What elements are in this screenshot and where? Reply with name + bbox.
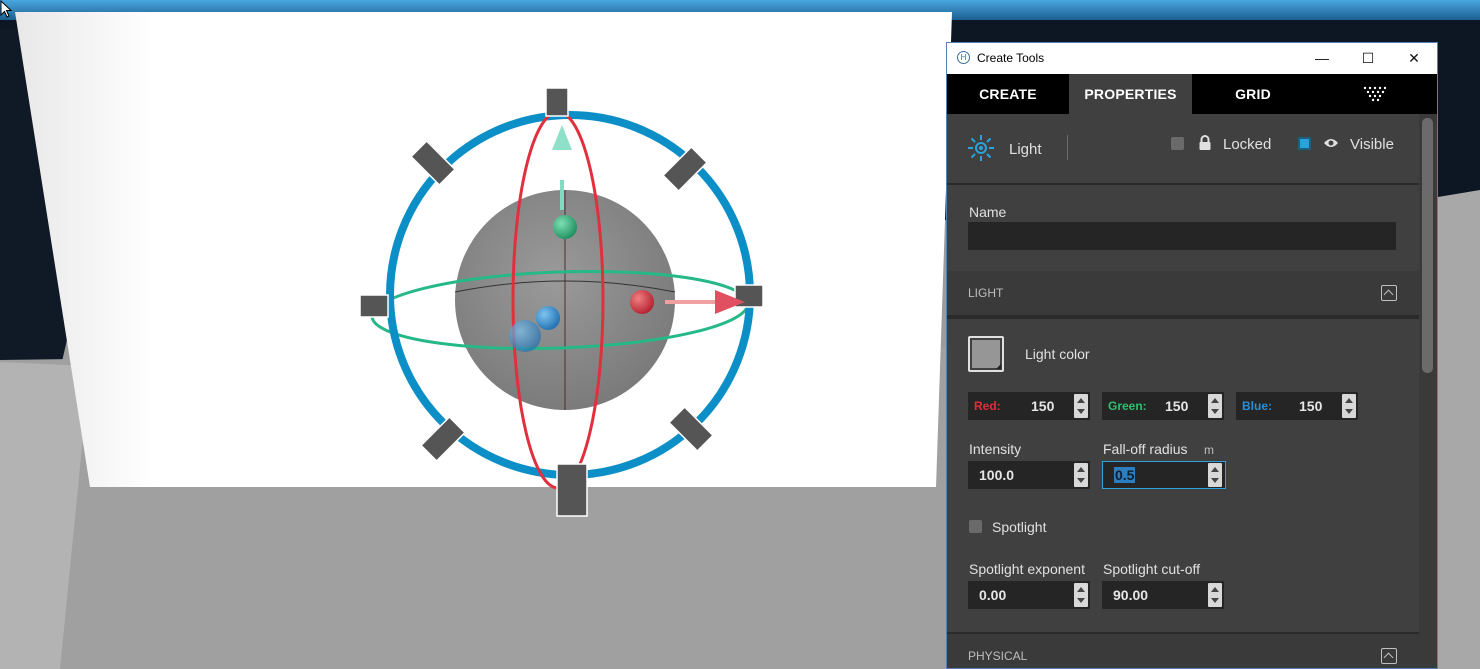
spot-exponent-spinner[interactable] xyxy=(1074,583,1088,607)
light-section-header[interactable]: LIGHT xyxy=(947,271,1419,315)
tab-bar: CREATE PROPERTIES GRID xyxy=(947,74,1437,114)
red-label: Red: xyxy=(974,399,1001,413)
green-label: Green: xyxy=(1108,399,1147,413)
lock-icon xyxy=(1199,135,1211,150)
spot-cutoff-field[interactable]: 90.00 xyxy=(1102,581,1224,609)
red-spinner[interactable] xyxy=(1074,394,1088,418)
visible-label: Visible xyxy=(1350,136,1394,153)
divider xyxy=(947,183,1419,185)
minimize-button[interactable]: — xyxy=(1299,43,1345,74)
falloff-unit: m xyxy=(1204,443,1214,457)
blue-value[interactable]: 150 xyxy=(1299,398,1322,414)
physical-section-title: PHYSICAL xyxy=(968,649,1028,663)
light-color-label: Light color xyxy=(1025,346,1090,362)
blue-label: Blue: xyxy=(1242,399,1272,413)
green-field[interactable]: Green: 150 xyxy=(1102,392,1224,420)
light-color-swatch[interactable] xyxy=(968,336,1004,372)
spot-exponent-field[interactable]: 0.00 xyxy=(968,581,1090,609)
falloff-spinner[interactable] xyxy=(1208,463,1222,487)
spot-exponent-value[interactable]: 0.00 xyxy=(979,587,1006,603)
entity-type-label: Light xyxy=(1009,141,1042,158)
spot-cutoff-spinner[interactable] xyxy=(1208,583,1222,607)
physical-section-header[interactable]: PHYSICAL xyxy=(947,634,1419,668)
spot-cutoff-label: Spotlight cut-off xyxy=(1103,561,1201,577)
red-value[interactable]: 150 xyxy=(1031,398,1054,414)
app-logo-icon: H xyxy=(957,51,970,64)
green-spinner[interactable] xyxy=(1208,394,1222,418)
scrollbar-thumb[interactable] xyxy=(1422,118,1433,373)
falloff-label: Fall-off radius xyxy=(1103,441,1188,457)
scrollbar[interactable] xyxy=(1419,114,1437,668)
spotlight-checkbox[interactable] xyxy=(969,520,982,533)
properties-panel: Light Locked Visible Name LIGHT Light co… xyxy=(947,114,1419,668)
blue-spinner[interactable] xyxy=(1342,394,1356,418)
create-tools-window: H Create Tools — ☐ ✕ CREATE PROPERTIES G… xyxy=(946,42,1438,669)
title-bar[interactable]: H Create Tools — ☐ ✕ xyxy=(947,43,1437,74)
swatch-dropdown-icon xyxy=(996,364,1001,369)
visible-checkbox[interactable] xyxy=(1298,137,1311,150)
tab-create[interactable]: CREATE xyxy=(947,74,1069,114)
spot-exponent-label: Spotlight exponent xyxy=(969,561,1085,577)
collapse-physical-icon[interactable] xyxy=(1381,648,1397,664)
collapse-light-icon[interactable] xyxy=(1381,285,1397,301)
green-value[interactable]: 150 xyxy=(1165,398,1188,414)
intensity-field[interactable]: 100.0 xyxy=(968,461,1090,489)
eye-icon xyxy=(1324,139,1338,147)
blue-field[interactable]: Blue: 150 xyxy=(1236,392,1358,420)
close-button[interactable]: ✕ xyxy=(1391,43,1437,74)
intensity-label: Intensity xyxy=(969,441,1022,457)
header-divider xyxy=(1067,135,1068,160)
marketplace-logo-icon[interactable] xyxy=(1353,84,1399,104)
divider xyxy=(947,315,1419,319)
tab-properties[interactable]: PROPERTIES xyxy=(1069,74,1192,114)
mouse-cursor-icon xyxy=(0,0,13,18)
light-section-title: LIGHT xyxy=(968,286,1004,300)
locked-label: Locked xyxy=(1223,136,1272,153)
falloff-value[interactable]: 0.5 xyxy=(1114,467,1136,483)
intensity-spinner[interactable] xyxy=(1074,463,1088,487)
spotlight-label: Spotlight xyxy=(992,519,1047,535)
sun-icon xyxy=(968,135,994,161)
spot-cutoff-value[interactable]: 90.00 xyxy=(1113,587,1148,603)
intensity-value[interactable]: 100.0 xyxy=(979,467,1014,483)
name-field[interactable] xyxy=(968,222,1396,250)
locked-checkbox[interactable] xyxy=(1171,137,1184,150)
name-label: Name xyxy=(969,204,1007,220)
maximize-button[interactable]: ☐ xyxy=(1345,43,1391,74)
falloff-field[interactable]: 0.5 xyxy=(1102,461,1226,489)
name-input[interactable] xyxy=(968,222,1396,250)
red-field[interactable]: Red: 150 xyxy=(968,392,1090,420)
window-title: Create Tools xyxy=(977,51,1045,65)
tab-grid[interactable]: GRID xyxy=(1192,74,1314,114)
